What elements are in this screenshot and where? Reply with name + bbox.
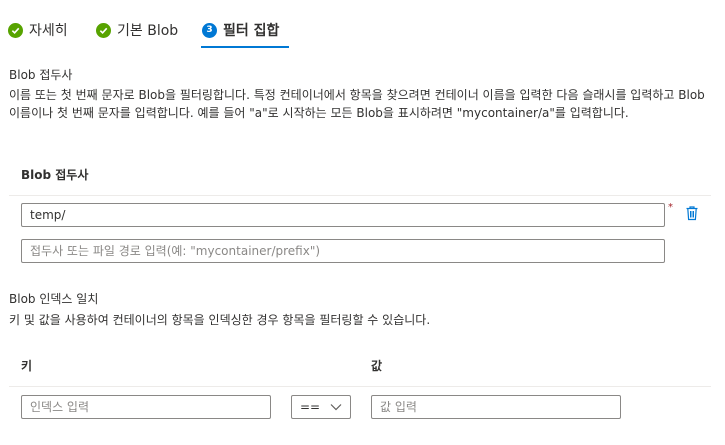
tab-basic-blob[interactable]: 기본 Blob — [96, 14, 178, 46]
required-marker: * — [668, 202, 673, 213]
chevron-down-icon — [330, 396, 342, 418]
index-key-input[interactable]: 인덱스 입력 — [21, 395, 271, 419]
value-column-header: 값 — [371, 359, 383, 373]
new-prefix-input[interactable]: 접두사 또는 파일 경로 입력(예: "mycontainer/prefix") — [21, 239, 665, 263]
prefix-column-header: Blob 접두사 — [21, 168, 89, 182]
index-header-divider — [9, 386, 711, 387]
header-divider — [9, 195, 711, 196]
operator-dropdown[interactable]: == — [291, 395, 351, 419]
tab-label: 필터 집합 — [223, 23, 280, 39]
step-number-icon: 3 — [202, 22, 217, 38]
tab-filter-set[interactable]: 3 필터 집합 — [202, 14, 279, 46]
prefix-input[interactable]: temp/ — [21, 203, 665, 227]
checkmark-icon — [96, 22, 111, 38]
operator-value: == — [300, 400, 321, 414]
active-tab-indicator — [201, 46, 289, 48]
index-section-title: Blob 인덱스 일치 — [9, 292, 99, 306]
index-value-input[interactable]: 값 입력 — [371, 395, 621, 419]
prefix-section-title: Blob 접두사 — [9, 68, 73, 82]
trash-icon[interactable] — [684, 205, 700, 221]
prefix-section-description: 이름 또는 첫 번째 문자로 Blob을 필터링합니다. 특정 컨테이너에서 항… — [9, 88, 705, 120]
tab-details[interactable]: 자세히 — [8, 14, 68, 46]
tab-label: 기본 Blob — [117, 23, 179, 39]
checkmark-icon — [8, 22, 23, 38]
tab-label: 자세히 — [29, 23, 68, 39]
key-column-header: 키 — [21, 359, 33, 373]
index-section-description: 키 및 값을 사용하여 컨테이너의 항목을 인덱싱한 경우 항목을 필터링할 수… — [9, 313, 431, 327]
